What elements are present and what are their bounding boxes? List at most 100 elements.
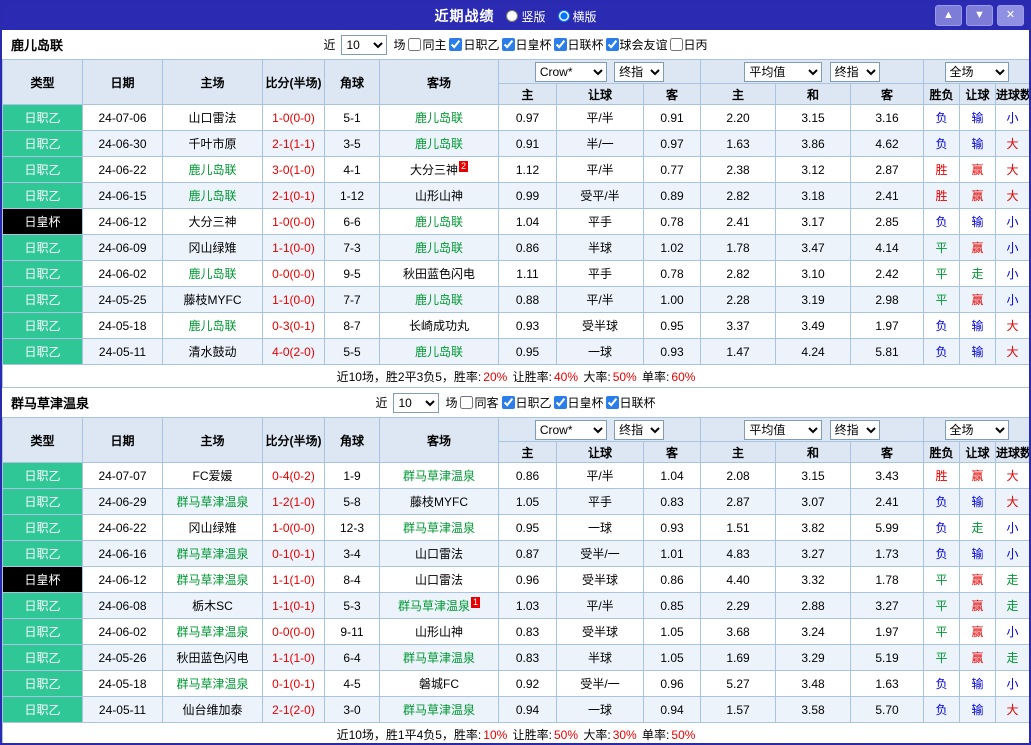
away-team-name: 鹿儿岛联	[414, 137, 463, 151]
home-team-cell[interactable]: 鹿儿岛联	[162, 312, 263, 339]
col-score: 比分(半场)	[262, 417, 325, 463]
league-filter-checkbox[interactable]	[605, 38, 619, 51]
home-team-cell[interactable]: 鹿儿岛联	[162, 260, 263, 287]
match-row: 日职乙 24-06-22 鹿儿岛联 3-0(1-0) 4-1 大分三神 2 1.12 平/半 0.…	[2, 156, 1029, 183]
league-filter-日职乙[interactable]: 日职乙	[501, 394, 552, 411]
col-result-handicap: 让球	[959, 441, 996, 463]
home-team-cell[interactable]: 鹿儿岛联	[162, 156, 263, 183]
home-team-cell[interactable]: 冈山绿雉	[162, 234, 263, 261]
euro-odds-cell: 2.28	[700, 286, 776, 313]
away-team-cell[interactable]: 长崎成功丸	[379, 312, 499, 339]
layout-option-vertical[interactable]: 竖版	[506, 8, 546, 25]
league-filter-日联杯[interactable]: 日联杯	[605, 394, 656, 411]
home-team-cell[interactable]: 群马草津温泉	[162, 566, 263, 593]
league-filter-日职乙[interactable]: 日职乙	[449, 36, 500, 53]
home-team-cell[interactable]: 清水鼓动	[162, 338, 263, 365]
league-filter-checkbox[interactable]	[669, 38, 683, 51]
league-filter-日丙[interactable]: 日丙	[669, 36, 708, 53]
away-team-cell[interactable]: 山形山神	[379, 618, 499, 645]
euro-odds-cell: 2.82	[700, 260, 776, 287]
away-team-cell[interactable]: 山口雷法	[379, 566, 499, 593]
same-venue-filter[interactable]: 同主	[408, 36, 446, 53]
home-team-cell[interactable]: 山口雷法	[162, 104, 263, 131]
asian-odds-cell: 半球	[556, 644, 644, 671]
wdl-result-cell: 负	[923, 312, 960, 339]
away-team-cell[interactable]: 鹿儿岛联	[379, 234, 499, 261]
league-filter-球会友谊[interactable]: 球会友谊	[605, 36, 668, 53]
horizontal-layout-radio[interactable]	[557, 10, 570, 22]
bookmaker-select[interactable]: Crow*	[534, 419, 607, 440]
home-team-cell[interactable]: 藤枝MYFC	[162, 286, 263, 313]
scope-select[interactable]: 全场	[944, 419, 1009, 440]
away-team-cell[interactable]: 磐城FC	[379, 670, 499, 697]
same-venue-checkbox[interactable]	[408, 38, 422, 51]
away-team-cell[interactable]: 藤枝MYFC	[379, 488, 499, 515]
home-team-cell[interactable]: 大分三神	[162, 208, 263, 235]
col-asian-home: 主	[498, 441, 557, 463]
league-filter-checkbox[interactable]	[449, 38, 463, 51]
away-team-cell[interactable]: 鹿儿岛联	[379, 208, 499, 235]
league-filter-checkbox[interactable]	[605, 396, 619, 409]
euro-odds-cell: 5.81	[850, 338, 924, 365]
score-cell: 4-0(2-0)	[262, 338, 325, 365]
away-team-name: 鹿儿岛联	[414, 293, 463, 307]
home-team-cell[interactable]: 群马草津温泉	[162, 618, 263, 645]
away-team-cell[interactable]: 群马草津温泉	[379, 696, 499, 723]
summary-segment: 50%	[671, 727, 696, 742]
asian-odds-cell: 平手	[556, 488, 644, 515]
league-filter-日皇杯[interactable]: 日皇杯	[553, 394, 604, 411]
match-row: 日职乙 24-06-02 群马草津温泉 0-0(0-0) 9-11 山形山神 0.83 受半球…	[2, 618, 1029, 645]
home-team-cell[interactable]: 群马草津温泉	[162, 488, 263, 515]
home-team-cell[interactable]: FC爱媛	[162, 462, 263, 489]
away-team-cell[interactable]: 群马草津温泉	[379, 514, 499, 541]
euro-stage-select[interactable]: 终指	[829, 61, 880, 82]
same-venue-checkbox[interactable]	[460, 396, 474, 409]
euro-odds-cell: 2.41	[850, 488, 924, 515]
league-filter-checkbox[interactable]	[553, 38, 567, 51]
league-filter-label: 日丙	[683, 38, 708, 52]
bookmaker-select[interactable]: Crow*	[534, 61, 607, 82]
match-count-select[interactable]: 10	[393, 392, 440, 413]
league-filter-日皇杯[interactable]: 日皇杯	[501, 36, 552, 53]
home-team-cell[interactable]: 冈山绿雉	[162, 514, 263, 541]
asian-odds-cell: 平手	[556, 260, 644, 287]
col-asian-home: 主	[498, 83, 557, 105]
home-team-cell[interactable]: 群马草津温泉	[162, 540, 263, 567]
same-venue-filter[interactable]: 同客	[460, 394, 499, 411]
away-team-cell[interactable]: 鹿儿岛联	[379, 104, 499, 131]
away-team-cell[interactable]: 鹿儿岛联	[379, 338, 499, 365]
away-team-cell[interactable]: 山口雷法	[379, 540, 499, 567]
away-team-cell[interactable]: 大分三神 2	[379, 156, 499, 183]
away-team-cell[interactable]: 群马草津温泉	[379, 462, 499, 489]
layout-option-horizontal[interactable]: 横版	[557, 8, 597, 25]
home-team-cell[interactable]: 栃木SC	[162, 592, 263, 619]
col-result-goals: 进球数	[995, 83, 1029, 105]
home-team-cell[interactable]: 秋田蓝色闪电	[162, 644, 263, 671]
close-button[interactable]: ✕	[997, 5, 1024, 26]
away-team-cell[interactable]: 秋田蓝色闪电	[379, 260, 499, 287]
euro-stage-select[interactable]: 终指	[829, 419, 880, 440]
away-team-cell[interactable]: 鹿儿岛联	[379, 286, 499, 313]
league-filter-checkbox[interactable]	[553, 396, 567, 409]
away-team-cell[interactable]: 鹿儿岛联	[379, 130, 499, 157]
home-team-cell[interactable]: 仙台维加泰	[162, 696, 263, 723]
away-team-cell[interactable]: 群马草津温泉	[379, 644, 499, 671]
scroll-up-button[interactable]: ▲	[935, 5, 962, 26]
euro-source-select[interactable]: 平均值	[744, 419, 823, 440]
euro-source-select[interactable]: 平均值	[744, 61, 823, 82]
home-team-cell[interactable]: 千叶市原	[162, 130, 263, 157]
scope-select[interactable]: 全场	[944, 61, 1009, 82]
away-team-cell[interactable]: 山形山神	[379, 182, 499, 209]
league-filter-日联杯[interactable]: 日联杯	[553, 36, 604, 53]
vertical-layout-radio[interactable]	[506, 10, 519, 22]
away-team-cell[interactable]: 群马草津温泉 1	[379, 592, 499, 619]
scroll-down-button[interactable]: ▼	[966, 5, 993, 26]
home-team-cell[interactable]: 群马草津温泉	[162, 670, 263, 697]
asian-stage-select[interactable]: 终指	[614, 61, 665, 82]
asian-stage-select[interactable]: 终指	[614, 419, 665, 440]
match-count-select[interactable]: 10	[341, 34, 388, 55]
col-euro-away: 客	[850, 441, 924, 463]
league-filter-checkbox[interactable]	[501, 396, 515, 409]
league-filter-checkbox[interactable]	[501, 38, 515, 51]
home-team-cell[interactable]: 鹿儿岛联	[162, 182, 263, 209]
